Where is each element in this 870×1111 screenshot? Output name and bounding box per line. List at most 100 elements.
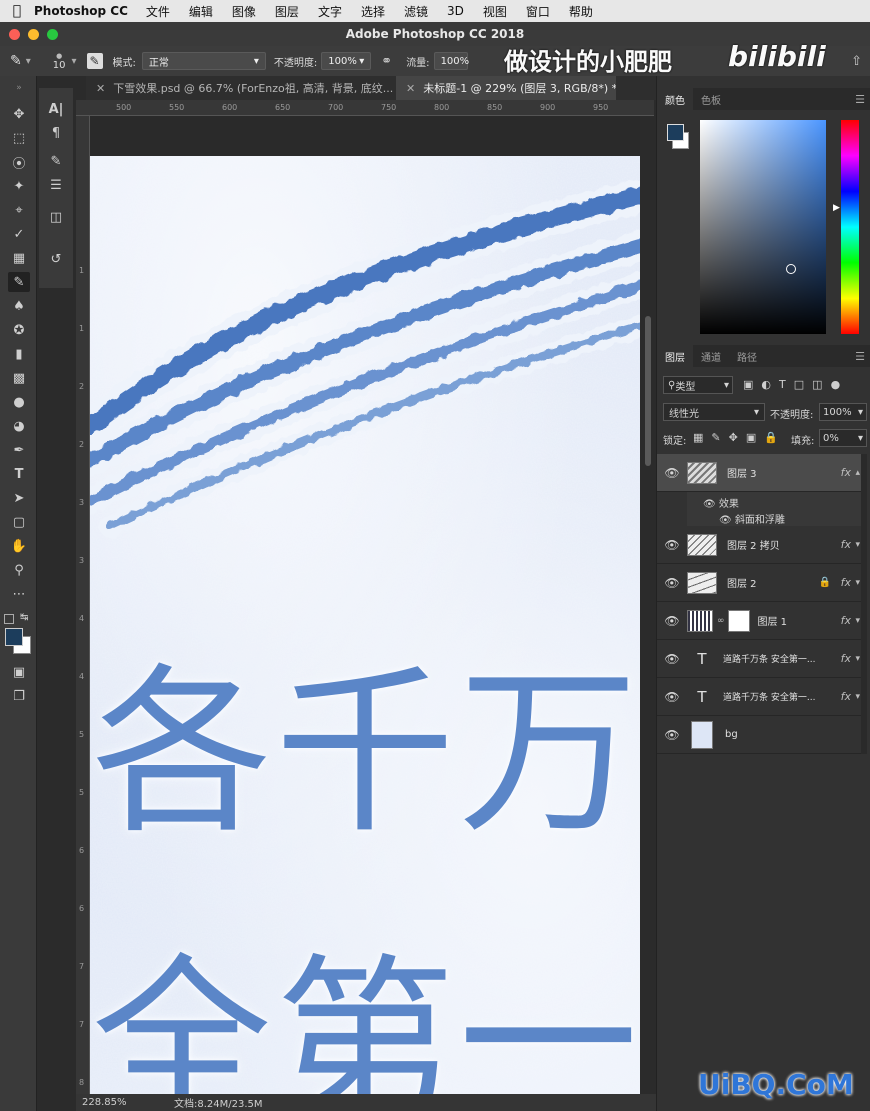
fx-icon[interactable]: fx [841,690,851,703]
layer-row-layer2-copy[interactable]: 👁 图层 2 拷贝 fx ▾ [657,526,861,564]
brush-panel-icon[interactable]: ✎ [45,150,67,172]
eye-icon[interactable]: 👁 [657,690,687,704]
mode-select[interactable]: 正常 ▾ [141,52,266,70]
lock-pixels-icon[interactable]: ✎ [711,431,720,444]
layers-scrollbar[interactable] [861,454,867,754]
share-icon[interactable]: ⇧ [851,54,862,69]
chevron-down-icon[interactable]: ▾ [855,540,860,550]
character-panel-icon[interactable]: A| [45,98,67,120]
panel-menu-icon[interactable]: ☰ [855,93,865,106]
layer-row-layer1[interactable]: 👁 ∞ 图层 1 fx ▾ [657,602,861,640]
fx-icon[interactable]: fx [841,614,851,627]
quick-mask-icon[interactable]: ▣ [8,662,30,682]
brush-settings-icon[interactable]: ✎ [86,53,103,69]
move-tool-icon[interactable]: ✥ [8,104,30,124]
shape-filter-icon[interactable]: □ [794,378,804,391]
layer-row-text-2[interactable]: 👁 T 道路千万条 安全第一... fx ▾ [657,678,861,716]
menu-file[interactable]: 文件 [146,3,170,20]
eye-icon[interactable]: 👁 [657,538,687,552]
libraries-panel-icon[interactable]: ◫ [45,206,67,228]
swap-colors-icon[interactable]: ↹ [20,612,28,623]
gradient-tool-icon[interactable]: ▩ [8,368,30,388]
tab-paths[interactable]: 路径 [729,345,765,367]
color-field[interactable] [700,120,826,334]
menu-filter[interactable]: 滤镜 [404,3,428,20]
dodge-tool-icon[interactable]: ◕ [8,416,30,436]
panel-menu-icon[interactable]: ☰ [855,350,865,363]
eye-icon[interactable]: 👁 [719,515,732,526]
shape-tool-icon[interactable]: ▢ [8,512,30,532]
lock-position-icon[interactable]: ✥ [729,431,738,444]
app-menu[interactable]: Photoshop CC [34,4,128,18]
brush-tool-icon[interactable]: ✎ [10,53,22,69]
lasso-tool-icon[interactable]: ⦿ [8,152,30,172]
layer-filter-select[interactable]: ⚲ 类型 ▾ [663,376,733,394]
hue-marker-icon[interactable]: ▶ [833,203,840,213]
eye-icon[interactable]: 👁 [657,466,687,480]
pixel-filter-icon[interactable]: ▣ [743,378,753,391]
type-tool-icon[interactable]: T [8,464,30,484]
foreground-color-swatch[interactable] [5,628,23,646]
history-brush-tool-icon[interactable]: ✪ [8,320,30,340]
tab-swatches[interactable]: 色板 [693,88,729,110]
layer-opacity-field[interactable]: 100% ▾ [819,403,867,421]
hue-slider[interactable] [841,120,859,334]
foreground-color-chip[interactable] [667,124,684,141]
blur-tool-icon[interactable]: ● [8,392,30,412]
chevron-down-icon[interactable]: ▾ [72,56,77,67]
history-panel-icon[interactable]: ↺ [45,248,67,270]
zoom-tool-icon[interactable]: ⚲ [8,560,30,580]
menu-select[interactable]: 选择 [361,3,385,20]
close-window-button[interactable] [9,29,20,40]
chevron-down-icon[interactable]: ▾ [855,578,860,588]
brush-tool-icon[interactable]: ✎ [8,272,30,292]
apple-icon[interactable]:  [0,3,34,19]
menu-layer[interactable]: 图层 [275,3,299,20]
adjustment-filter-icon[interactable]: ◐ [761,378,771,391]
clone-stamp-tool-icon[interactable]: ♠ [8,296,30,316]
tab-channels[interactable]: 通道 [693,345,729,367]
menu-window[interactable]: 窗口 [526,3,550,20]
opacity-field[interactable]: 100% ▾ [321,52,372,70]
link-icon[interactable]: ∞ [717,616,725,626]
blend-mode-select[interactable]: 线性光 ▾ [663,403,765,421]
healing-brush-tool-icon[interactable]: ▦ [8,248,30,268]
eye-icon[interactable]: 👁 [657,614,687,628]
layer-row-bg[interactable]: 👁 bg [657,716,861,754]
menu-edit[interactable]: 编辑 [189,3,213,20]
collapse-chevron-icon[interactable]: » [8,78,30,98]
menu-3d[interactable]: 3D [447,4,464,18]
type-filter-icon[interactable]: T [779,378,786,391]
pressure-opacity-icon[interactable]: ⚭ [381,54,392,69]
screen-mode-icon[interactable]: ❐ [8,686,30,706]
close-icon[interactable]: ✕ [406,82,415,95]
layer-row-text-1[interactable]: 👁 T 道路千万条 安全第一... fx ▾ [657,640,861,678]
layer-mask-thumbnail[interactable] [727,609,750,632]
paragraph-panel-icon[interactable]: ¶ [45,122,67,144]
fx-icon[interactable]: fx [841,538,851,551]
effects-row[interactable]: 👁 效果 [703,495,739,510]
path-selection-tool-icon[interactable]: ➤ [8,488,30,508]
lock-all-icon[interactable]: 🔒 [764,431,778,444]
pen-tool-icon[interactable]: ✒ [8,440,30,460]
magic-wand-tool-icon[interactable]: ✦ [8,176,30,196]
minimize-window-button[interactable] [28,29,39,40]
crop-tool-icon[interactable]: ⌖ [8,200,30,220]
scrollbar-thumb[interactable] [645,316,651,466]
eye-icon[interactable]: 👁 [657,652,687,666]
layer-row-layer3[interactable]: 👁 图层 3 fx ▴ [657,454,861,492]
fill-field[interactable]: 0% ▾ [819,429,867,447]
chevron-down-icon[interactable]: ▾ [26,56,31,67]
tab-color[interactable]: 颜色 [657,88,693,110]
layer-row-layer2[interactable]: 👁 图层 2 🔒 fx ▾ [657,564,861,602]
effect-bevel-row[interactable]: 👁 斜面和浮雕 [719,511,785,526]
eye-icon[interactable]: 👁 [657,728,687,742]
brush-preset-picker[interactable]: ● 10 [53,51,66,71]
color-picker-ring[interactable] [786,264,796,274]
eraser-tool-icon[interactable]: ▮ [8,344,30,364]
fx-icon[interactable]: fx [841,466,851,479]
menu-type[interactable]: 文字 [318,3,342,20]
adjustments-panel-icon[interactable]: ☰ [45,174,67,196]
chevron-down-icon[interactable]: ▾ [855,692,860,702]
close-icon[interactable]: ✕ [96,82,105,95]
